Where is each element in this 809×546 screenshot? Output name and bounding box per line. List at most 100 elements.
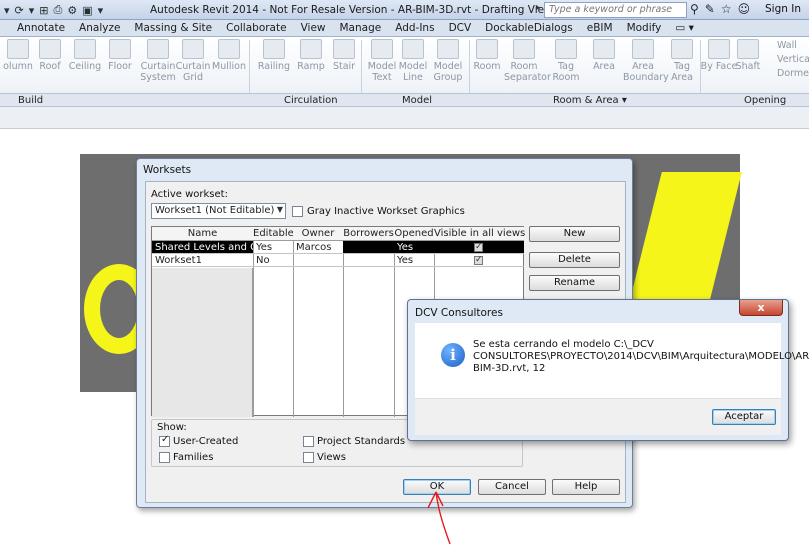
table-row-name[interactable]: Workset1 bbox=[152, 254, 253, 267]
table-row-opened[interactable]: Yes bbox=[394, 254, 434, 267]
rename-button[interactable]: Rename bbox=[529, 275, 620, 291]
table-row-name[interactable]: Shared Levels and Grids bbox=[152, 241, 253, 254]
ribbon-tool-vertical[interactable]: Vertica bbox=[777, 53, 809, 67]
delete-button[interactable]: Delete bbox=[529, 252, 620, 268]
sign-in-link[interactable]: Sign In bbox=[765, 3, 801, 15]
tab-analyze[interactable]: Analyze bbox=[72, 20, 127, 37]
accept-button[interactable]: Aceptar bbox=[712, 409, 776, 425]
ribbon-tool[interactable]: Shaft bbox=[728, 39, 768, 72]
ribbon-tool[interactable]: Model Line bbox=[393, 39, 433, 83]
sync-icon[interactable]: ⟳ bbox=[15, 4, 24, 17]
ribbon-tool[interactable]: Area Boundary bbox=[623, 39, 669, 83]
binoculars-icon[interactable]: ⚲ bbox=[690, 2, 699, 16]
tab-dockable-dialogs[interactable]: DockableDialogs bbox=[478, 20, 580, 37]
favorites-icon[interactable]: ☆ bbox=[721, 2, 732, 16]
close-button[interactable]: x bbox=[739, 300, 783, 316]
ribbon-tool[interactable]: Area bbox=[584, 39, 624, 72]
panel-dropdown-icon[interactable]: ▾ bbox=[622, 95, 627, 106]
tool-icon bbox=[109, 39, 131, 59]
tab-manage[interactable]: Manage bbox=[333, 20, 389, 37]
column-header-owner[interactable]: Owner bbox=[293, 227, 343, 241]
ribbon-tool[interactable]: Ceiling bbox=[65, 39, 105, 72]
tool-icon bbox=[147, 39, 169, 59]
subscription-icon[interactable]: ✎ bbox=[705, 2, 715, 16]
tool-label: Area bbox=[593, 61, 615, 72]
ribbon-tool[interactable]: Model Group bbox=[428, 39, 468, 83]
user-icon[interactable]: ☺ bbox=[738, 2, 751, 16]
ribbon-tool[interactable]: Mullion bbox=[209, 39, 249, 72]
ribbon-tool[interactable]: Railing bbox=[254, 39, 294, 72]
search-expand-icon[interactable]: ▸ bbox=[536, 3, 541, 13]
ribbon-tool[interactable]: Room Separator bbox=[504, 39, 551, 83]
visible-checkbox[interactable] bbox=[474, 241, 483, 253]
tool-label: Tag Area bbox=[671, 61, 693, 83]
search-input[interactable]: Type a keyword or phrase bbox=[544, 2, 687, 18]
new-button[interactable]: New bbox=[529, 226, 620, 242]
project-standards-checkbox[interactable] bbox=[303, 436, 314, 447]
column-header-visible[interactable]: Visible in all views bbox=[434, 227, 525, 241]
tool-icon bbox=[671, 39, 693, 59]
panel-label-build[interactable]: Build bbox=[18, 95, 43, 106]
tool-label: Model Group bbox=[433, 61, 463, 83]
show-label: Show: bbox=[157, 422, 187, 433]
panel-label-model[interactable]: Model bbox=[402, 95, 432, 106]
print-icon[interactable]: ⎙ bbox=[54, 3, 63, 17]
tool-label: Model Line bbox=[398, 61, 428, 83]
table-row-editable[interactable]: Yes bbox=[253, 241, 293, 254]
families-checkbox[interactable] bbox=[159, 452, 170, 463]
panel-label-room-area[interactable]: Room & Area ▾ bbox=[553, 95, 627, 106]
ribbon-tool[interactable]: Tag Room bbox=[546, 39, 586, 83]
tool-icon bbox=[555, 39, 577, 59]
ribbon-tool[interactable]: Roof bbox=[30, 39, 70, 72]
dropdown-icon[interactable]: ▾ bbox=[29, 4, 35, 17]
help-button[interactable]: Help bbox=[552, 479, 620, 495]
tab-dcv[interactable]: DCV bbox=[442, 20, 479, 37]
table-row-opened[interactable]: Yes bbox=[394, 241, 434, 254]
tab-ebim[interactable]: eBIM bbox=[580, 20, 620, 37]
settings-icon[interactable]: ⚙ bbox=[67, 4, 77, 17]
message-box-title: DCV Consultores bbox=[415, 307, 503, 319]
column-header-opened[interactable]: Opened bbox=[394, 227, 434, 241]
views-label: Views bbox=[317, 452, 346, 463]
ribbon-tool-wall[interactable]: Wall bbox=[777, 39, 809, 53]
ribbon-tool[interactable]: Tag Area bbox=[662, 39, 702, 83]
tool-icon bbox=[371, 39, 393, 59]
tool-icon bbox=[300, 39, 322, 59]
column-header-name[interactable]: Name bbox=[152, 227, 253, 241]
gray-inactive-checkbox[interactable] bbox=[292, 206, 303, 217]
tab-collaborate[interactable]: Collaborate bbox=[219, 20, 293, 37]
active-workset-select[interactable]: Workset1 (Not Editable) ▼ bbox=[151, 203, 286, 219]
ribbon-tool[interactable]: Curtain Grid bbox=[173, 39, 213, 83]
user-created-checkbox[interactable] bbox=[159, 434, 170, 447]
ribbon-tool[interactable]: Room bbox=[467, 39, 507, 72]
tab-annotate[interactable]: Annotate bbox=[10, 20, 72, 37]
tool-icon bbox=[402, 39, 424, 59]
tab-massing-site[interactable]: Massing & Site bbox=[127, 20, 219, 37]
tab-view[interactable]: View bbox=[294, 20, 333, 37]
table-row-editable[interactable]: No bbox=[253, 254, 293, 267]
table-row-visible[interactable] bbox=[434, 254, 524, 267]
tool-icon bbox=[437, 39, 459, 59]
tab-modify[interactable]: Modify bbox=[620, 20, 669, 37]
panel-label-circulation[interactable]: Circulation bbox=[284, 95, 338, 106]
ribbon-tool[interactable]: Curtain System bbox=[138, 39, 178, 83]
panel-label-opening[interactable]: Opening bbox=[744, 95, 786, 106]
views-checkbox[interactable] bbox=[303, 452, 314, 463]
tab-add-ins[interactable]: Add-Ins bbox=[388, 20, 441, 37]
tool-icon bbox=[593, 39, 615, 59]
info-icon: i bbox=[441, 343, 465, 367]
visible-checkbox[interactable] bbox=[474, 254, 483, 266]
column-header-editable[interactable]: Editable bbox=[253, 227, 294, 241]
table-row-borrowers bbox=[343, 241, 394, 254]
column-header-borrowers[interactable]: Borrowers bbox=[343, 227, 394, 241]
ribbon-tool[interactable]: Stair bbox=[324, 39, 364, 72]
window-icon[interactable]: ▣ bbox=[82, 4, 92, 17]
measure-icon[interactable]: ⊞ bbox=[39, 4, 48, 17]
ribbon-tool-dormer[interactable]: Dorme bbox=[777, 67, 809, 81]
table-row-visible[interactable] bbox=[434, 241, 524, 254]
dropdown-icon[interactable]: ▾ bbox=[98, 4, 104, 17]
dropdown-icon[interactable]: ▾ bbox=[4, 4, 10, 17]
ribbon-tool[interactable]: Floor bbox=[100, 39, 140, 72]
cancel-button[interactable]: Cancel bbox=[478, 479, 546, 495]
ribbon-toggle-icon[interactable]: ▭ ▾ bbox=[668, 20, 701, 37]
